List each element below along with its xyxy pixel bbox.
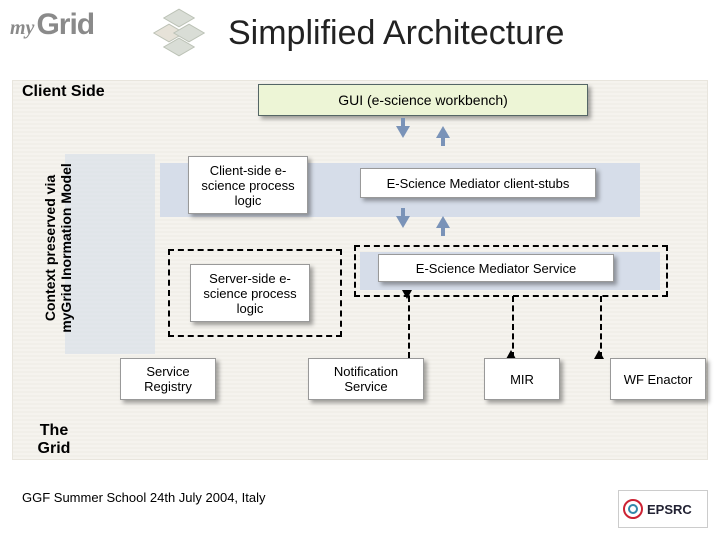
context-line2: myGrid Inormation Model: [58, 148, 74, 348]
client-side-label: Client Side: [22, 83, 105, 101]
arrow-up-icon: [594, 350, 604, 359]
context-bar: [65, 154, 155, 354]
epsrc-icon: EPSRC: [621, 494, 705, 524]
notification-service-box: Notification Service: [308, 358, 424, 400]
client-stubs-box: E-Science Mediator client-stubs: [360, 168, 596, 198]
client-logic-box: Client-side e-science process logic: [188, 156, 308, 214]
context-line1: Context preserved via: [42, 148, 58, 348]
logo: my Grid: [10, 8, 94, 42]
footer-text: GGF Summer School 24th July 2004, Italy: [22, 490, 266, 505]
dashed-connector: [512, 296, 514, 358]
context-vertical-label: Context preserved via myGrid Inormation …: [42, 148, 74, 348]
arrow-stem: [401, 208, 405, 218]
dashed-connector: [408, 296, 410, 358]
gui-box: GUI (e-science workbench): [258, 84, 588, 116]
mediator-service-box: E-Science Mediator Service: [378, 254, 614, 282]
the-grid-label: The Grid: [24, 422, 84, 458]
logo-my: my: [10, 17, 34, 40]
arrow-stem: [441, 226, 445, 236]
page-title: Simplified Architecture: [228, 14, 564, 53]
cubes-icon: [150, 6, 210, 58]
logo-grid: Grid: [36, 8, 94, 42]
arrow-down-icon: [402, 290, 412, 299]
svg-text:EPSRC: EPSRC: [647, 502, 692, 517]
mir-box: MIR: [484, 358, 560, 400]
service-registry-box: Service Registry: [120, 358, 216, 400]
the-grid-text: The Grid: [24, 422, 84, 458]
dashed-connector: [600, 296, 602, 358]
arrow-stem: [441, 136, 445, 146]
arrow-stem: [401, 118, 405, 128]
server-logic-box: Server-side e-science process logic: [190, 264, 310, 322]
epsrc-logo: EPSRC: [618, 490, 708, 528]
wf-enactor-box: WF Enactor: [610, 358, 706, 400]
